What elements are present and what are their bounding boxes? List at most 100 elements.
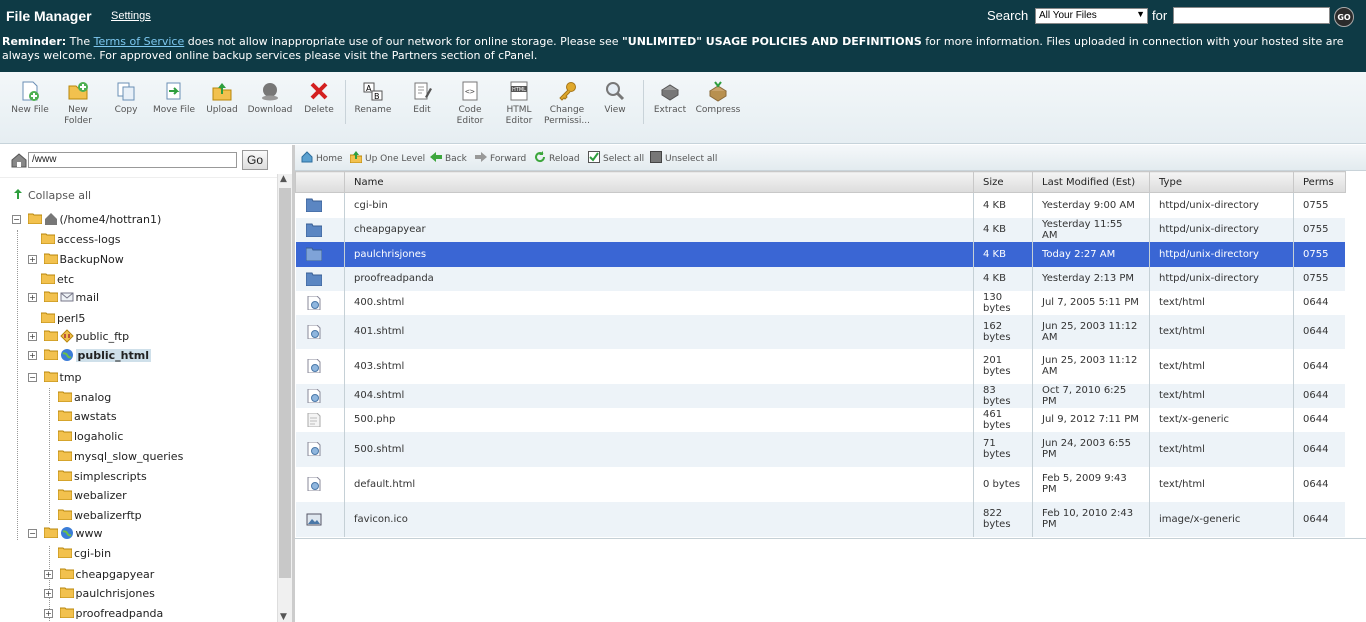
column-header-perms[interactable]: Perms bbox=[1293, 171, 1346, 193]
path-go-button[interactable]: Go bbox=[242, 150, 268, 170]
file-size: 130 bytes bbox=[973, 290, 1033, 315]
collapse-icon bbox=[14, 189, 22, 199]
delete-button[interactable]: Delete bbox=[296, 80, 342, 116]
search-scope-select[interactable]: All Your Files ▼ bbox=[1035, 8, 1148, 24]
tree-node-public-ftp[interactable]: + public_ftp bbox=[28, 328, 129, 346]
tree-node-public-html[interactable]: + public_html bbox=[28, 347, 151, 365]
move-file-icon bbox=[166, 82, 181, 100]
expand-toggle[interactable]: + bbox=[44, 570, 53, 579]
scroll-down-icon[interactable]: ▼ bbox=[280, 612, 287, 622]
html-editor-button[interactable]: HTML HTML Editor bbox=[496, 80, 542, 127]
change-permissions-button[interactable]: Change Permissi... bbox=[544, 80, 590, 127]
view-button[interactable]: View bbox=[592, 80, 638, 116]
move-file-button[interactable]: Move File bbox=[151, 80, 197, 116]
column-header-modified[interactable]: Last Modified (Est) bbox=[1032, 171, 1150, 193]
forward-button[interactable]: Forward bbox=[475, 151, 526, 164]
column-header-name[interactable]: Name bbox=[344, 171, 974, 193]
copy-button[interactable]: Copy bbox=[103, 80, 149, 116]
magnifier-icon bbox=[606, 82, 625, 101]
folder-icon bbox=[305, 198, 322, 213]
select-all-button[interactable]: Select all bbox=[588, 151, 644, 164]
unselect-all-label: Unselect all bbox=[665, 154, 718, 164]
tree-node-perl5[interactable]: perl5 bbox=[41, 310, 85, 328]
table-row[interactable]: 400.shtml 130 bytes Jul 7, 2005 5:11 PM … bbox=[295, 290, 1346, 315]
table-row[interactable]: proofreadpanda 4 KB Yesterday 2:13 PM ht… bbox=[295, 266, 1346, 291]
html-file-icon bbox=[307, 477, 320, 491]
file-modified: Today 2:27 AM bbox=[1032, 241, 1150, 267]
scrollbar-thumb[interactable] bbox=[279, 188, 291, 578]
collapse-toggle[interactable]: − bbox=[28, 529, 37, 538]
tree-node-simplescripts[interactable]: simplescripts bbox=[58, 468, 147, 486]
upload-button[interactable]: Upload bbox=[199, 80, 245, 116]
tree-node-analog[interactable]: analog bbox=[58, 389, 111, 407]
tree-node-awstats[interactable]: awstats bbox=[58, 408, 117, 426]
rename-button[interactable]: AB Rename bbox=[350, 80, 396, 116]
extract-button[interactable]: Extract bbox=[647, 80, 693, 116]
table-row[interactable]: cheapgapyear 4 KB Yesterday 11:55 AM htt… bbox=[295, 217, 1346, 242]
tree-node-www-proofreadpanda[interactable]: + proofreadpanda bbox=[44, 605, 163, 622]
terms-of-service-link[interactable]: Terms of Service bbox=[94, 35, 185, 48]
tree-node-access-logs[interactable]: access-logs bbox=[41, 231, 121, 249]
expand-toggle[interactable]: + bbox=[28, 332, 37, 341]
expand-toggle[interactable]: + bbox=[28, 351, 37, 360]
file-list-table: Name Size Last Modified (Est) Type Perms… bbox=[295, 171, 1346, 537]
unselect-all-button[interactable]: Unselect all bbox=[650, 151, 717, 164]
new-file-button[interactable]: New File bbox=[7, 80, 53, 116]
search-go-button[interactable]: GO bbox=[1334, 7, 1354, 27]
expand-toggle[interactable]: + bbox=[44, 589, 53, 598]
column-header-size[interactable]: Size bbox=[973, 171, 1033, 193]
tree-node-root[interactable]: − (/home4/hottran1) bbox=[12, 211, 161, 229]
collapse-toggle[interactable]: − bbox=[28, 373, 37, 382]
tree-node-webalizerftp[interactable]: webalizerftp bbox=[58, 507, 142, 525]
table-row[interactable]: cgi-bin 4 KB Yesterday 9:00 AM httpd/uni… bbox=[295, 192, 1346, 218]
tree-node-www-cheapgapyear[interactable]: + cheapgapyear bbox=[44, 566, 154, 584]
tree-node-etc[interactable]: etc bbox=[41, 271, 74, 289]
collapse-toggle[interactable]: − bbox=[12, 215, 21, 224]
collapse-all-button[interactable]: Collapse all bbox=[12, 188, 91, 202]
table-row[interactable]: 401.shtml 162 bytes Jun 25, 2003 11:12 A… bbox=[295, 314, 1346, 349]
tree-node-mail[interactable]: + mail bbox=[28, 289, 99, 307]
table-row[interactable]: 404.shtml 83 bytes Oct 7, 2010 6:25 PM t… bbox=[295, 383, 1346, 408]
new-folder-button[interactable]: New Folder bbox=[55, 80, 101, 127]
expand-toggle[interactable]: + bbox=[44, 609, 53, 618]
tree-node-logaholic[interactable]: logaholic bbox=[58, 428, 123, 446]
table-row-selected[interactable]: paulchrisjones 4 KB Today 2:27 AM httpd/… bbox=[295, 241, 1346, 267]
column-header-type[interactable]: Type bbox=[1149, 171, 1294, 193]
table-row[interactable]: default.html 0 bytes Feb 5, 2009 9:43 PM… bbox=[295, 466, 1346, 502]
file-type: text/html bbox=[1149, 431, 1294, 467]
upload-icon bbox=[212, 83, 232, 101]
tree-node-label: etc bbox=[57, 273, 75, 286]
tree-node-www-cgi-bin[interactable]: cgi-bin bbox=[58, 545, 111, 563]
settings-link[interactable]: Settings bbox=[111, 10, 151, 22]
tree-node-backupnow[interactable]: + BackupNow bbox=[28, 251, 124, 269]
up-one-level-button[interactable]: Up One Level bbox=[350, 151, 425, 164]
back-button[interactable]: Back bbox=[430, 151, 467, 164]
tree-node-mysql-slow-queries[interactable]: mysql_slow_queries bbox=[58, 448, 183, 466]
table-row[interactable]: 500.php 461 bytes Jul 9, 2012 7:11 PM te… bbox=[295, 407, 1346, 432]
download-button[interactable]: Download bbox=[247, 80, 293, 116]
tree-scrollbar[interactable]: ▲ ▼ bbox=[277, 174, 292, 622]
column-header-icon[interactable] bbox=[295, 171, 345, 193]
scroll-up-icon[interactable]: ▲ bbox=[280, 174, 287, 184]
path-input[interactable]: /www bbox=[28, 152, 237, 168]
compress-button[interactable]: Compress bbox=[695, 80, 741, 116]
tree-node-www[interactable]: − www bbox=[28, 525, 103, 543]
tree-node-tmp[interactable]: − tmp bbox=[28, 369, 82, 387]
expand-toggle[interactable]: + bbox=[28, 255, 37, 264]
html-file-icon bbox=[307, 388, 320, 403]
code-editor-button[interactable]: <> Code Editor bbox=[447, 80, 493, 127]
table-row[interactable]: 403.shtml 201 bytes Jun 25, 2003 11:12 A… bbox=[295, 348, 1346, 384]
reload-button[interactable]: Reload bbox=[534, 151, 580, 164]
table-row[interactable]: favicon.ico 822 bytes Feb 10, 2010 2:43 … bbox=[295, 501, 1346, 537]
table-row[interactable]: 500.shtml 71 bytes Jun 24, 2003 6:55 PM … bbox=[295, 431, 1346, 467]
tree-node-www-paulchrisjones[interactable]: + paulchrisjones bbox=[44, 585, 155, 603]
search-input[interactable] bbox=[1173, 7, 1330, 24]
for-label: for bbox=[1152, 8, 1168, 23]
folder-icon bbox=[305, 223, 322, 237]
compress-label: Compress bbox=[695, 105, 741, 115]
expand-toggle[interactable]: + bbox=[28, 293, 37, 302]
home-button[interactable]: Home bbox=[301, 151, 343, 164]
folder-icon bbox=[305, 272, 322, 286]
edit-button[interactable]: Edit bbox=[399, 80, 445, 116]
tree-node-webalizer[interactable]: webalizer bbox=[58, 487, 127, 505]
